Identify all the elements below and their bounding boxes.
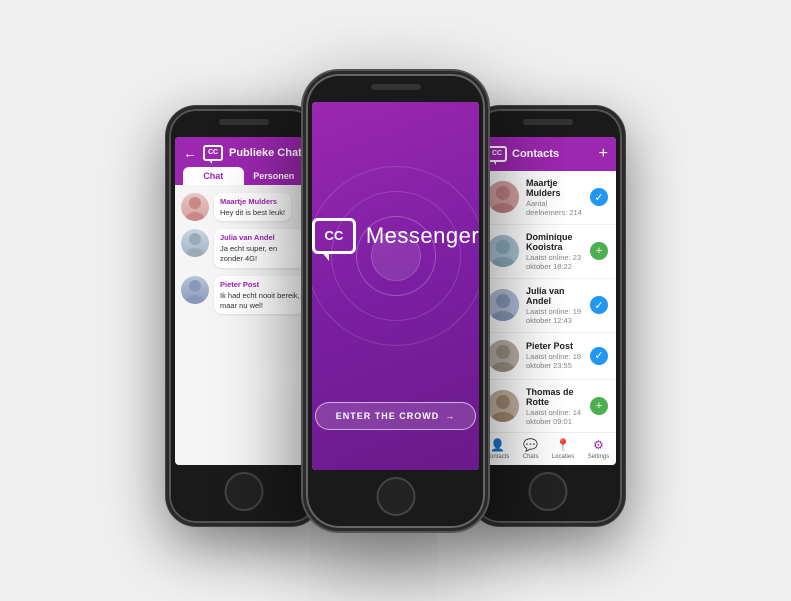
avatar-maartje xyxy=(181,193,209,221)
contact-name-1: Maartje Mulders xyxy=(526,178,583,198)
contact-action-4[interactable]: ✓ xyxy=(590,347,608,365)
phone-right: CC Contacts + xyxy=(470,106,625,526)
contact-avatar-5 xyxy=(487,390,519,422)
contacts-screen: CC Contacts + xyxy=(479,137,616,465)
bubble-1: Maartje Mulders Hey dit is best leuk! xyxy=(214,193,291,222)
nav-contacts[interactable]: 👤 Contacts xyxy=(486,438,510,460)
nav-contacts-label: Contacts xyxy=(486,454,510,460)
contact-info-1: Maartje Mulders Aantal deelnemers: 214 xyxy=(526,178,583,217)
avatar-julia xyxy=(181,229,209,257)
screen-left: ← CC Publieke Chat Chat Personen xyxy=(175,137,312,465)
nav-settings-label: Settings xyxy=(588,454,610,460)
screen-right: CC Contacts + xyxy=(479,137,616,465)
contact-status-1: Aantal deelnemers: 214 xyxy=(526,199,583,217)
contact-avatar-1 xyxy=(487,181,519,213)
contact-action-2[interactable]: + xyxy=(590,242,608,260)
msg-text-3: Ik had echt nooit bereik, maar nu wel! xyxy=(220,291,300,311)
tab-chat[interactable]: Chat xyxy=(183,167,244,185)
bottom-nav: 👤 Contacts 💬 Chats 📍 Locaties ⚙ Settings xyxy=(479,432,616,465)
chat-header-title: Publieke Chat xyxy=(229,147,302,159)
contact-status-5: Laatst online: 14 oktober 09:01 xyxy=(526,408,583,426)
cc-logo-small: CC xyxy=(203,145,223,161)
msg-text-2: Ja echt super, en zonder 4G! xyxy=(220,244,300,264)
back-arrow-icon[interactable]: ← xyxy=(183,145,197,161)
phones-container: ← CC Publieke Chat Chat Personen xyxy=(166,71,625,531)
contacts-icon: 👤 xyxy=(490,438,505,452)
msg-text-1: Hey dit is best leuk! xyxy=(220,208,285,218)
contact-name-3: Julia van Andel xyxy=(526,286,583,306)
messenger-logo-area: CC Messenger xyxy=(312,218,479,254)
tab-people[interactable]: Personen xyxy=(244,167,305,185)
chat-header: ← CC Publieke Chat Chat Personen xyxy=(175,137,312,185)
location-icon: 📍 xyxy=(556,438,571,452)
contacts-list: Maartje Mulders Aantal deelnemers: 214 ✓ xyxy=(479,171,616,432)
chat-screen: ← CC Publieke Chat Chat Personen xyxy=(175,137,312,465)
phone-left: ← CC Publieke Chat Chat Personen xyxy=(166,106,321,526)
avatar-pieter xyxy=(181,276,209,304)
contact-name-4: Pieter Post xyxy=(526,341,583,351)
chat-messages: Maartje Mulders Hey dit is best leuk! xyxy=(175,185,312,465)
contact-info-3: Julia van Andel Laatst online: 19 oktobe… xyxy=(526,286,583,325)
contact-info-2: Dominique Kooistra Laatst online: 23 okt… xyxy=(526,232,583,271)
msg-2: Julia van Andel Ja echt super, en zonder… xyxy=(181,229,306,268)
screen-center: CC Messenger ENTER THE CROWD → xyxy=(312,102,479,470)
nav-chats-label: Chats xyxy=(523,454,539,460)
contact-item-5: Thomas de Rotte Laatst online: 14 oktobe… xyxy=(479,380,616,432)
msg-3: Pieter Post Ik had echt nooit bereik, ma… xyxy=(181,276,306,315)
msg-name-2: Julia van Andel xyxy=(220,233,300,242)
enter-crowd-label: ENTER THE CROWD xyxy=(336,411,440,421)
enter-arrow-icon: → xyxy=(445,411,455,421)
contact-action-3[interactable]: ✓ xyxy=(590,296,608,314)
nav-chats[interactable]: 💬 Chats xyxy=(523,438,539,460)
msg-1: Maartje Mulders Hey dit is best leuk! xyxy=(181,193,306,222)
contact-info-4: Pieter Post Laatst online: 18 oktober 23… xyxy=(526,341,583,370)
cc-logo-big: CC xyxy=(312,218,356,254)
contact-avatar-4 xyxy=(487,340,519,372)
contact-status-4: Laatst online: 18 oktober 23:55 xyxy=(526,352,583,370)
settings-icon: ⚙ xyxy=(593,438,604,452)
messenger-title: Messenger xyxy=(366,223,479,249)
contact-name-2: Dominique Kooistra xyxy=(526,232,583,252)
cc-logo-contacts: CC xyxy=(487,146,507,162)
nav-location-label: Locaties xyxy=(552,454,574,460)
contact-item-1: Maartje Mulders Aantal deelnemers: 214 ✓ xyxy=(479,171,616,225)
nav-settings[interactable]: ⚙ Settings xyxy=(588,438,610,460)
msg-name-1: Maartje Mulders xyxy=(220,197,285,206)
bubble-3: Pieter Post Ik had echt nooit bereik, ma… xyxy=(214,276,306,315)
contact-status-2: Laatst online: 23 oktober 18:22 xyxy=(526,253,583,271)
contacts-title: Contacts xyxy=(512,148,559,160)
contact-avatar-2 xyxy=(487,235,519,267)
contacts-header: CC Contacts + xyxy=(479,137,616,171)
add-contact-button[interactable]: + xyxy=(599,145,608,163)
nav-location[interactable]: 📍 Locaties xyxy=(552,438,574,460)
contact-name-5: Thomas de Rotte xyxy=(526,387,583,407)
messenger-screen: CC Messenger ENTER THE CROWD → xyxy=(312,102,479,470)
contact-item-3: Julia van Andel Laatst online: 19 oktobe… xyxy=(479,279,616,333)
contact-action-1[interactable]: ✓ xyxy=(590,188,608,206)
chats-icon: 💬 xyxy=(523,438,538,452)
contact-avatar-3 xyxy=(487,289,519,321)
contact-action-5[interactable]: + xyxy=(590,397,608,415)
contact-info-5: Thomas de Rotte Laatst online: 14 oktobe… xyxy=(526,387,583,426)
msg-name-3: Pieter Post xyxy=(220,280,300,289)
phone-center: CC Messenger ENTER THE CROWD → xyxy=(303,71,488,531)
bubble-2: Julia van Andel Ja echt super, en zonder… xyxy=(214,229,306,268)
contact-item-4: Pieter Post Laatst online: 18 oktober 23… xyxy=(479,333,616,380)
contact-status-3: Laatst online: 19 oktober 12:43 xyxy=(526,307,583,325)
contact-item-2: Dominique Kooistra Laatst online: 23 okt… xyxy=(479,225,616,279)
enter-crowd-button[interactable]: ENTER THE CROWD → xyxy=(315,402,477,430)
